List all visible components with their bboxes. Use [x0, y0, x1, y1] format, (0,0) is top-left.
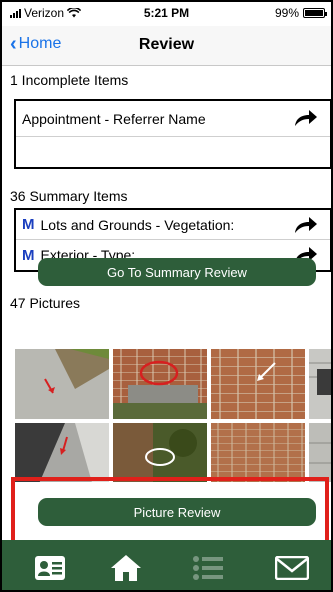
marker-m: M	[22, 246, 35, 264]
photo-thumbnail[interactable]	[211, 349, 305, 419]
photo-thumbnail[interactable]	[113, 349, 207, 419]
battery-status: 99%	[274, 6, 327, 20]
app-screen: Verizon 5:21 PM 99% ‹ Home Review 1 Inco…	[0, 0, 333, 592]
incomplete-item-label: Appointment - Referrer Name	[22, 110, 206, 127]
navigation-bar: ‹ Home Review	[2, 26, 331, 66]
tab-list[interactable]	[188, 548, 228, 588]
incomplete-item-row[interactable]: Appointment - Referrer Name	[16, 101, 330, 137]
incomplete-items-list: Appointment - Referrer Name	[14, 99, 331, 169]
pictures-header: 47 Pictures	[10, 295, 81, 311]
photo-thumbnail[interactable]	[309, 349, 333, 419]
home-icon	[111, 555, 141, 581]
battery-percent: 99%	[274, 6, 299, 20]
marker-m: M	[22, 216, 35, 233]
forward-arrow-icon[interactable]	[294, 109, 318, 127]
contact-card-icon	[35, 556, 65, 580]
empty-row	[16, 137, 330, 167]
incomplete-items-header: 1 Incomplete Items	[10, 72, 129, 88]
tab-mail[interactable]	[272, 548, 312, 588]
tab-bar	[2, 540, 331, 590]
page-title: Review	[138, 36, 195, 53]
summary-item-row[interactable]: M Lots and Grounds - Vegetation:	[16, 210, 330, 240]
mail-icon	[275, 556, 309, 580]
tab-contacts[interactable]	[30, 548, 70, 588]
summary-item-label: Lots and Grounds - Vegetation:	[40, 216, 235, 233]
tab-home[interactable]	[106, 548, 146, 588]
battery-icon	[303, 8, 327, 18]
summary-review-button[interactable]: Go To Summary Review	[38, 258, 316, 286]
photo-thumbnail[interactable]	[15, 349, 109, 419]
forward-arrow-icon[interactable]	[294, 216, 318, 234]
status-bar: Verizon 5:21 PM 99%	[2, 2, 331, 24]
summary-items-header: 36 Summary Items	[10, 188, 128, 204]
list-icon	[193, 556, 223, 580]
